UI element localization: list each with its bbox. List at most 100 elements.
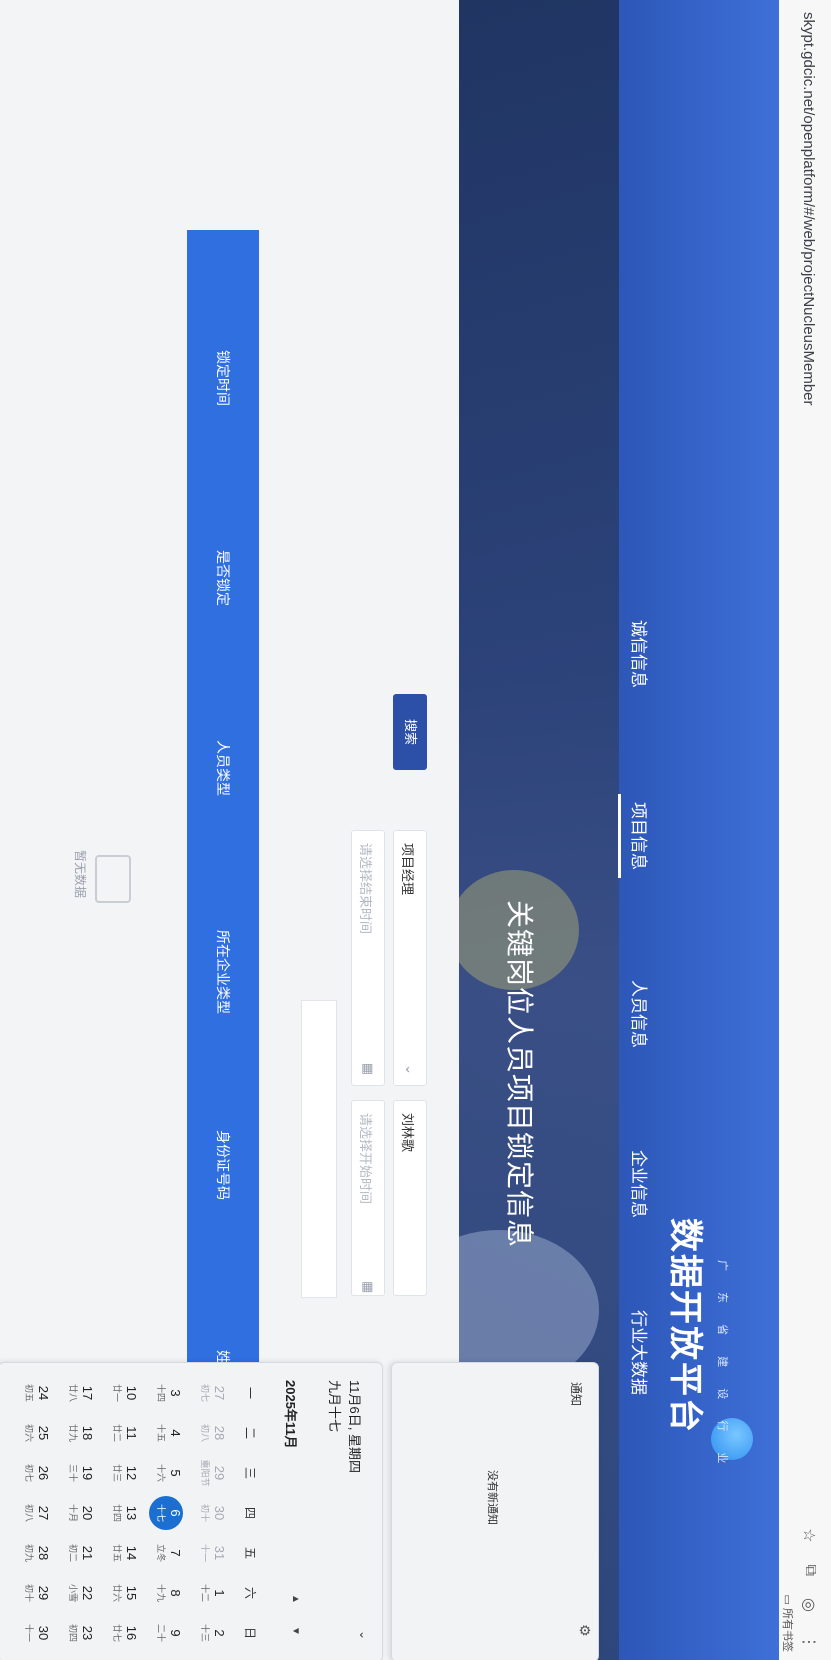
table-body <box>7 230 187 1410</box>
lunar-day: 十四 <box>156 1383 166 1402</box>
notification-title: 通知 <box>569 1382 583 1407</box>
calendar-day[interactable]: 19 三十 <box>67 1456 95 1490</box>
day-number: 4 <box>168 1429 183 1437</box>
col-enterprise-type: 所在企业类型 <box>215 930 231 1014</box>
day-number: 17 <box>80 1385 95 1401</box>
calendar-day[interactable]: 20 十月 <box>67 1496 95 1530</box>
calendar-day[interactable]: 9 二十 <box>155 1616 183 1650</box>
day-number: 31 <box>212 1545 227 1561</box>
extension-icon[interactable]: ⧉ <box>799 1565 819 1576</box>
calendar-day[interactable]: 3 十四 <box>155 1376 183 1410</box>
lunar-day: 初二 <box>68 1543 78 1562</box>
lunar-day: 二十 <box>156 1623 166 1642</box>
previous-month-arrow-icon[interactable]: ▲ <box>290 1594 301 1604</box>
day-number: 6 <box>168 1509 183 1517</box>
calendar-day[interactable]: 12 廿三 <box>111 1456 139 1490</box>
day-number: 8 <box>168 1589 183 1597</box>
calendar-day[interactable]: 29 初十 <box>23 1576 51 1610</box>
calendar-day[interactable]: 17 廿八 <box>67 1376 95 1410</box>
calendar-day[interactable]: 25 初六 <box>23 1416 51 1450</box>
calendar-day[interactable]: 10 廿一 <box>111 1376 139 1410</box>
calendar-day[interactable]: 4 十五 <box>155 1416 183 1450</box>
lunar-day: 初五 <box>24 1383 34 1402</box>
calendar-day[interactable]: 8 十九 <box>155 1576 183 1610</box>
calendar-day[interactable]: 14 廿五 <box>111 1536 139 1570</box>
calendar-day[interactable]: 15 廿六 <box>111 1576 139 1610</box>
menu-icon[interactable]: ⋮ <box>799 1634 819 1650</box>
star-icon[interactable]: ☆ <box>799 1528 819 1542</box>
day-number: 25 <box>36 1425 51 1441</box>
day-number: 10 <box>124 1385 139 1401</box>
day-number: 23 <box>80 1625 95 1641</box>
lunar-day: 初七 <box>200 1383 210 1402</box>
calendar-day[interactable]: 1 十二 <box>199 1576 227 1610</box>
weekday-label: 一 <box>243 1386 257 1399</box>
calendar-day[interactable]: 28 初九 <box>23 1536 51 1570</box>
nav-enterprise-info[interactable]: 企业信息 <box>628 1150 653 1218</box>
lunar-day: 十一 <box>24 1623 34 1642</box>
start-date-field[interactable]: 请选择开始时间 ▦ <box>351 1100 385 1296</box>
folder-icon: ▭ <box>781 1594 793 1605</box>
role-select[interactable]: 项目经理 ⌄ <box>393 830 427 1086</box>
calendar-day[interactable]: 5 十六 <box>155 1456 183 1490</box>
lunar-day: 廿三 <box>112 1463 122 1482</box>
lunar-day: 十五 <box>156 1423 166 1442</box>
calendar-day[interactable]: 30 十一 <box>23 1616 51 1650</box>
day-number: 11 <box>124 1426 139 1440</box>
logo-subtitle: 广 东 省 建 设 行 业 <box>716 1260 728 1473</box>
calendar-day[interactable]: 29 重阳节 <box>199 1456 227 1490</box>
nav-credit-info[interactable]: 诚信信息 <box>628 620 653 688</box>
calendar-day[interactable]: 27 初七 <box>199 1376 227 1410</box>
calendar-day[interactable]: 23 初四 <box>67 1616 95 1650</box>
end-date-field[interactable]: 请选择结束时间 ▦ <box>351 830 385 1086</box>
day-number: 27 <box>36 1505 51 1521</box>
calendar-day[interactable]: 22 小雪 <box>67 1576 95 1610</box>
search-button[interactable]: 搜索 <box>393 694 427 770</box>
lunar-day: 廿六 <box>112 1583 122 1602</box>
empty-inbox-icon <box>95 855 131 903</box>
name-input[interactable]: 刘林歌 <box>393 1100 427 1296</box>
extra-filter-field[interactable] <box>301 1000 337 1298</box>
address-bar[interactable]: skypt.gdcic.net/openplatform/#/web/proje… <box>800 12 817 406</box>
nav-personnel-info[interactable]: 人员信息 <box>628 980 653 1048</box>
day-number: 15 <box>124 1585 139 1601</box>
settings-icon[interactable]: ⚙ <box>576 1624 593 1637</box>
calendar-day[interactable]: 11 廿二 <box>111 1416 139 1450</box>
lunar-day: 十二 <box>200 1583 210 1602</box>
calendar-day[interactable]: 30 初十 <box>199 1496 227 1530</box>
calendar-day[interactable]: 16 廿七 <box>111 1616 139 1650</box>
calendar-day[interactable]: 2 十三 <box>199 1616 227 1650</box>
lunar-day: 初九 <box>24 1543 34 1562</box>
all-bookmarks[interactable]: ▭ 所有书签 <box>780 1595 796 1652</box>
lunar-day: 初八 <box>24 1503 34 1522</box>
chevron-down-icon[interactable]: ⌄ <box>357 1630 371 1640</box>
profile-icon[interactable]: ◎ <box>799 1598 819 1612</box>
calendar-day[interactable]: 31 十一 <box>199 1536 227 1570</box>
day-number: 21 <box>80 1545 95 1561</box>
nav-project-info[interactable]: 项目信息 <box>628 802 653 870</box>
lunar-day: 十九 <box>156 1583 166 1602</box>
day-number: 20 <box>80 1505 95 1521</box>
next-month-arrow-icon[interactable]: ▼ <box>290 1626 301 1636</box>
calendar-day[interactable]: 7 立冬 <box>155 1536 183 1570</box>
day-number: 14 <box>124 1545 139 1561</box>
calendar-day-today[interactable]: 6 十七 <box>149 1496 183 1530</box>
calendar-day[interactable]: 13 廿四 <box>111 1496 139 1530</box>
logo-title: 数据开放平台 <box>666 1218 704 1434</box>
day-number: 18 <box>80 1425 95 1441</box>
calendar-day[interactable]: 24 初五 <box>23 1376 51 1410</box>
lunar-day: 廿九 <box>68 1423 78 1442</box>
calendar-day[interactable]: 21 初二 <box>67 1536 95 1570</box>
day-number: 13 <box>124 1505 139 1521</box>
calendar-day[interactable]: 18 廿九 <box>67 1416 95 1450</box>
chevron-down-icon: ⌄ <box>403 1064 418 1075</box>
nav-industry-bigdata[interactable]: 行业大数据 <box>628 1310 653 1395</box>
calendar-day[interactable]: 27 初八 <box>23 1496 51 1530</box>
lunar-day: 初七 <box>24 1463 34 1482</box>
lunar-day: 廿五 <box>112 1543 122 1562</box>
calendar-day[interactable]: 26 初七 <box>23 1456 51 1490</box>
day-number: 1 <box>212 1589 227 1597</box>
calendar-day[interactable]: 28 初八 <box>199 1416 227 1450</box>
day-number: 28 <box>36 1545 51 1561</box>
day-number: 29 <box>36 1585 51 1601</box>
